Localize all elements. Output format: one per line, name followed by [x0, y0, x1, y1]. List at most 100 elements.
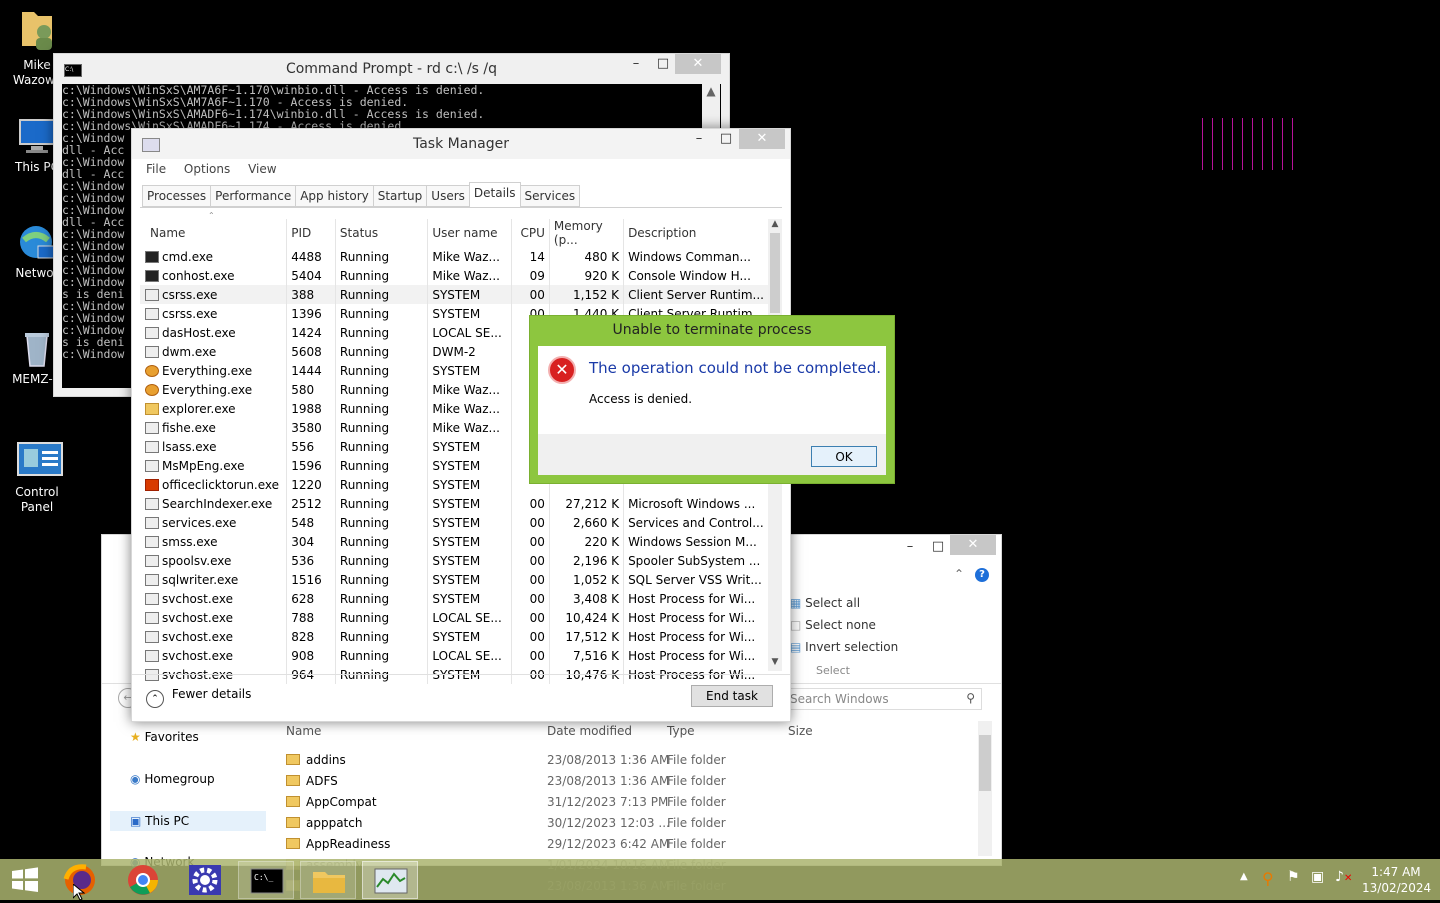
tab-services[interactable]: Services: [519, 185, 581, 207]
file-type: File folder: [667, 837, 726, 851]
column-header-pid[interactable]: PID: [286, 219, 336, 247]
process-row[interactable]: SearchIndexer.exe 2512 Running SYSTEM 00 27,2…: [140, 494, 768, 513]
select-all-button[interactable]: ▦ Select all: [790, 596, 860, 610]
process-description-cell: Spooler SubSystem ...: [628, 553, 761, 568]
process-description-cell: Host Process for Wi...: [628, 648, 756, 663]
taskmgr-taskbar-button[interactable]: [362, 861, 418, 899]
column-header-name[interactable]: Name: [140, 219, 288, 247]
process-status-cell: Running: [335, 608, 429, 627]
desktop-icon-control-panel[interactable]: Control Panel: [0, 441, 74, 515]
column-header-description[interactable]: Description: [624, 219, 768, 247]
tab-app-history[interactable]: App history: [295, 185, 374, 207]
explorer-close-button[interactable]: ✕: [950, 535, 996, 555]
process-cpu-cell: 00: [511, 608, 550, 627]
end-task-button[interactable]: End task: [691, 685, 773, 707]
process-status-cell: Running: [335, 304, 429, 323]
menu-view[interactable]: View: [248, 162, 276, 176]
explorer-minimize-button[interactable]: –: [896, 537, 924, 557]
explorer-maximize-button[interactable]: □: [924, 537, 952, 557]
scrollbar-thumb[interactable]: [979, 735, 991, 791]
search-input[interactable]: Search Windows: [790, 692, 889, 706]
file-row[interactable]: apppatch 30/12/2023 12:03 ... File folder: [286, 816, 786, 830]
process-row[interactable]: cmd.exe 4488 Running Mike Waz... 14 480 K Wind…: [140, 247, 768, 266]
search-tray-icon[interactable]: ⚲: [1262, 869, 1274, 888]
cmd-minimize-button[interactable]: –: [622, 54, 650, 74]
clock[interactable]: 1:47 AM 13/02/2024: [1362, 864, 1431, 896]
menu-file[interactable]: File: [146, 162, 166, 176]
process-name-cell: explorer.exe: [140, 399, 288, 418]
column-header-date[interactable]: Date modified: [547, 724, 632, 738]
column-header-memory[interactable]: Memory (p...: [549, 219, 625, 247]
process-row[interactable]: svchost.exe 828 Running SYSTEM 00 17,512 K Hos…: [140, 627, 768, 646]
nav-item-homegroup[interactable]: ◉ Homegroup: [130, 772, 215, 786]
file-row[interactable]: ADFS 23/08/2013 1:36 AM File folder: [286, 774, 786, 788]
process-row[interactable]: csrss.exe 388 Running SYSTEM 00 1,152 K Client…: [140, 285, 768, 304]
menu-options[interactable]: Options: [184, 162, 230, 176]
chrome-taskbar-button[interactable]: [115, 861, 171, 899]
column-header-cpu[interactable]: CPU: [511, 219, 550, 247]
column-header-size[interactable]: Size: [788, 724, 813, 738]
tab-startup[interactable]: Startup: [372, 185, 428, 207]
error-dialog[interactable]: Unable to terminate process ✕ The operat…: [529, 315, 895, 484]
process-status-cell: Running: [335, 456, 429, 475]
start-button[interactable]: [0, 861, 50, 899]
scroll-down-arrow[interactable]: ▼: [768, 657, 782, 671]
cmd-titlebar[interactable]: C:\ Command Prompt - rd c:\ /s /q – □ ✕: [54, 54, 729, 84]
process-row[interactable]: conhost.exe 5404 Running Mike Waz... 09 920 K…: [140, 266, 768, 285]
process-name-cell: dwm.exe: [140, 342, 288, 361]
show-hidden-icons-button[interactable]: ▲: [1240, 871, 1248, 882]
column-header-status[interactable]: Status: [335, 219, 429, 247]
column-header-name[interactable]: Name: [286, 724, 321, 738]
process-name: lsass.exe: [162, 439, 217, 454]
scroll-up-arrow[interactable]: ▲: [768, 219, 782, 233]
nav-item-this-pc[interactable]: ▣ This PC: [110, 811, 266, 831]
ok-button[interactable]: OK: [811, 446, 877, 467]
process-name-cell: fishe.exe: [140, 418, 288, 437]
cmd-taskbar-button[interactable]: C:\_: [238, 861, 294, 899]
process-row[interactable]: svchost.exe 628 Running SYSTEM 00 3,408 K Host…: [140, 589, 768, 608]
scrollbar-thumb[interactable]: [770, 233, 780, 313]
search-box[interactable]: Search Windows ⚲: [786, 688, 982, 710]
invert-selection-button[interactable]: ▤ Invert selection: [790, 640, 898, 654]
taskmgr-menu-bar: File Options View: [146, 162, 291, 176]
file-row[interactable]: AppCompat 31/12/2023 7:13 PM File folder: [286, 795, 786, 809]
tab-details[interactable]: Details: [468, 182, 521, 208]
process-cpu-cell: 00: [511, 627, 550, 646]
invert-selection-icon: ▤: [790, 640, 802, 654]
search-icon[interactable]: ⚲: [966, 691, 975, 705]
ribbon-collapse-icon[interactable]: ⌃: [954, 567, 964, 581]
file-date: 29/12/2023 6:42 AM: [547, 837, 670, 851]
process-row[interactable]: svchost.exe 908 Running LOCAL SE... 00 7,516 …: [140, 646, 768, 665]
tab-performance[interactable]: Performance: [210, 185, 297, 207]
help-icon[interactable]: ?: [975, 568, 989, 582]
process-row[interactable]: spoolsv.exe 536 Running SYSTEM 00 2,196 K Spoo…: [140, 551, 768, 570]
volume-muted-icon[interactable]: ♪✕: [1335, 869, 1352, 885]
flag-icon[interactable]: ⚑: [1287, 869, 1300, 885]
process-row[interactable]: sqlwriter.exe 1516 Running SYSTEM 00 1,052 KS…: [140, 570, 768, 589]
taskmgr-maximize-button[interactable]: □: [712, 129, 740, 149]
fewer-details-button[interactable]: ⌃ Fewer details: [146, 687, 251, 708]
select-none-button[interactable]: □ Select none: [790, 618, 876, 632]
scrollbar-vertical[interactable]: [978, 721, 992, 856]
column-header-type[interactable]: Type: [667, 724, 695, 738]
tab-users[interactable]: Users: [426, 185, 470, 207]
settings-taskbar-button[interactable]: [177, 861, 233, 899]
taskmgr-titlebar[interactable]: Task Manager – □ ✕: [132, 129, 790, 159]
taskmgr-close-button[interactable]: ✕: [739, 129, 785, 149]
cmd-close-button[interactable]: ✕: [675, 54, 721, 74]
file-row[interactable]: AppReadiness 29/12/2023 6:42 AM File folde…: [286, 837, 786, 851]
process-row[interactable]: svchost.exe 788 Running LOCAL SE... 00 10,424…: [140, 608, 768, 627]
file-name: apppatch: [306, 816, 363, 830]
network-icon: [16, 222, 58, 264]
tab-processes[interactable]: Processes: [142, 185, 212, 207]
network-tray-icon[interactable]: ▣: [1311, 869, 1324, 885]
column-header-user[interactable]: User name: [427, 219, 513, 247]
taskmgr-minimize-button[interactable]: –: [685, 129, 713, 149]
cmd-maximize-button[interactable]: □: [649, 54, 677, 74]
file-row[interactable]: addins 23/08/2013 1:36 AM File folder: [286, 753, 786, 767]
process-row[interactable]: services.exe 548 Running SYSTEM 00 2,660 K Ser…: [140, 513, 768, 532]
nav-item-favorites[interactable]: ★ Favorites: [130, 730, 199, 744]
process-row[interactable]: smss.exe 304 Running SYSTEM 00 220 K Windows S…: [140, 532, 768, 551]
process-user-cell: SYSTEM: [427, 627, 513, 646]
explorer-taskbar-button[interactable]: [300, 861, 356, 899]
